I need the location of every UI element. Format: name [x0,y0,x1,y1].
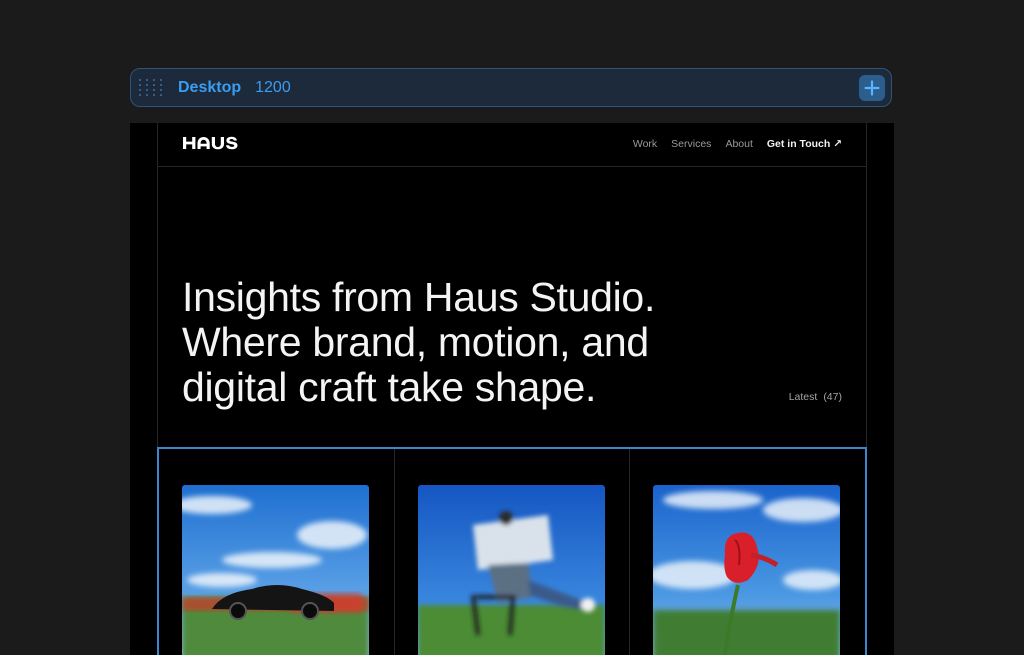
article-card[interactable] [630,449,865,655]
articles-grid[interactable] [157,447,867,655]
breakpoint-width[interactable]: 1200 [255,79,291,97]
hero-line-3: digital craft take shape. [182,364,597,410]
site-nav: Work Services About Get in Touch ↗ [158,123,866,167]
tulip-photo [653,485,841,655]
drag-handle-icon[interactable] [138,76,163,100]
plus-icon [864,80,880,96]
article-image-reader[interactable] [417,485,605,655]
latest-filter[interactable]: Latest (47) [789,391,842,403]
get-in-touch-link[interactable]: Get in Touch ↗ [767,138,842,150]
nav-links: Work Services About Get in Touch ↗ [633,138,842,150]
article-image-car[interactable] [182,485,369,655]
car-photo [182,485,369,655]
breakpoint-name[interactable]: Desktop [178,79,241,97]
hero-line-1: Insights from Haus Studio. [182,274,656,320]
nav-link-work[interactable]: Work [633,138,657,150]
nav-link-about[interactable]: About [725,138,752,150]
article-card[interactable] [159,449,395,655]
haus-logo-mark [183,136,238,150]
haus-logo[interactable] [182,135,246,156]
hero-line-2: Where brand, motion, and [182,319,649,365]
article-image-tulip[interactable] [653,485,841,655]
latest-count: (47) [823,391,842,403]
add-breakpoint-button[interactable] [859,75,885,101]
article-card[interactable] [395,449,631,655]
breakpoint-bar: Desktop 1200 [130,68,892,107]
latest-label: Latest [788,391,818,403]
reader-photo [417,485,605,655]
hero-heading: Insights from Haus Studio. Where brand, … [182,275,655,410]
nav-link-services[interactable]: Services [671,138,711,150]
design-canvas[interactable]: Work Services About Get in Touch ↗ Insig… [130,123,894,655]
